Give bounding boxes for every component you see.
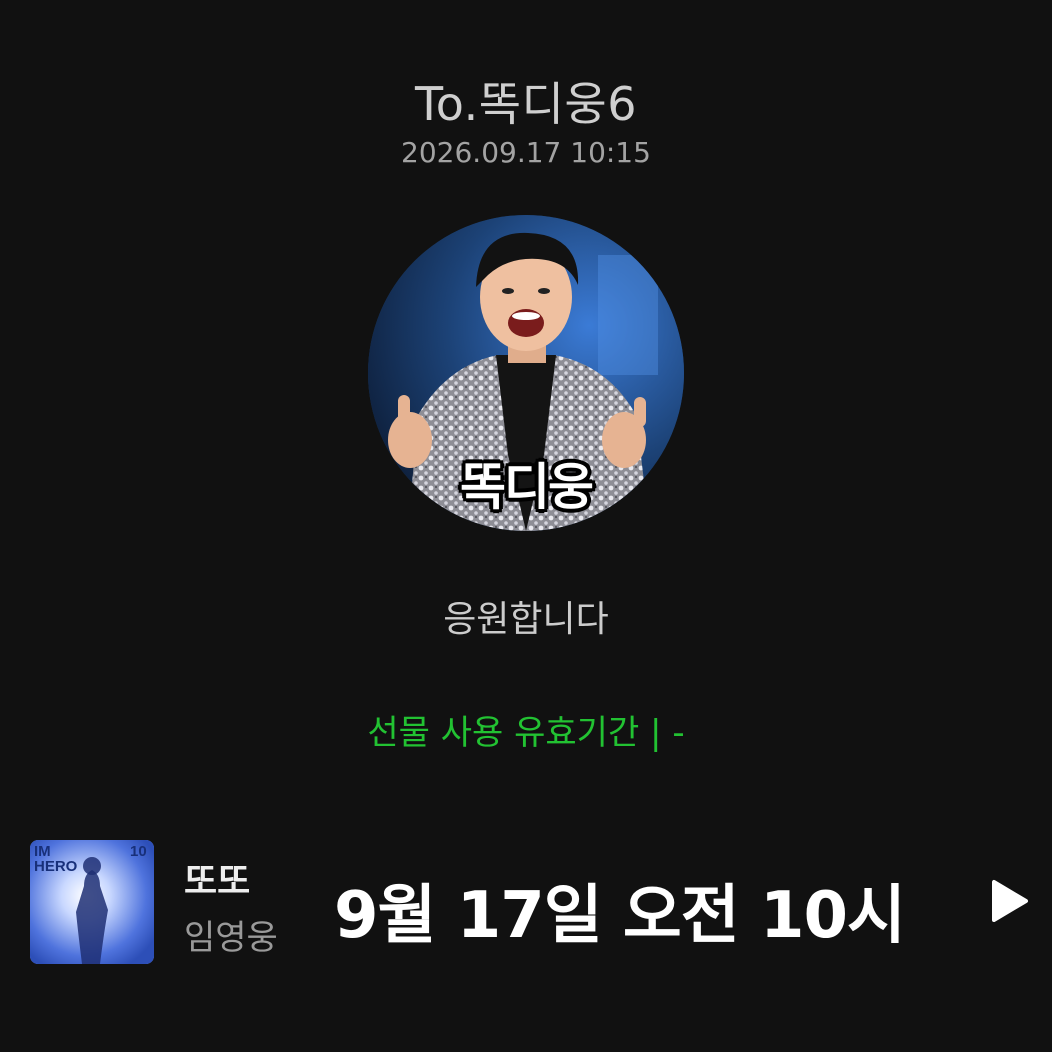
- recipient-title: To.똑디웅6: [415, 77, 637, 131]
- profile-avatar[interactable]: 똑디웅: [368, 215, 684, 531]
- gift-validity: 선물 사용 유효기간 | -: [367, 713, 685, 753]
- song-artist: 임영웅: [184, 918, 278, 958]
- avatar-caption: 똑디웅: [460, 458, 594, 516]
- gift-message: 응원합니다: [443, 599, 609, 640]
- timestamp: 2026.09.17 10:15: [401, 136, 651, 169]
- album-text-hero: HERO: [34, 858, 78, 875]
- album-text-num: 10: [130, 843, 147, 860]
- release-schedule: 9월 17일 오전 10시: [334, 879, 906, 953]
- play-icon: [992, 880, 1028, 922]
- play-button[interactable]: [982, 876, 1032, 926]
- album-art[interactable]: IM HERO 10: [30, 840, 154, 964]
- song-title: 또또: [184, 861, 251, 902]
- music-bar[interactable]: IM HERO 10 또또 임영웅 9월 17일 오전 10시: [0, 830, 1052, 970]
